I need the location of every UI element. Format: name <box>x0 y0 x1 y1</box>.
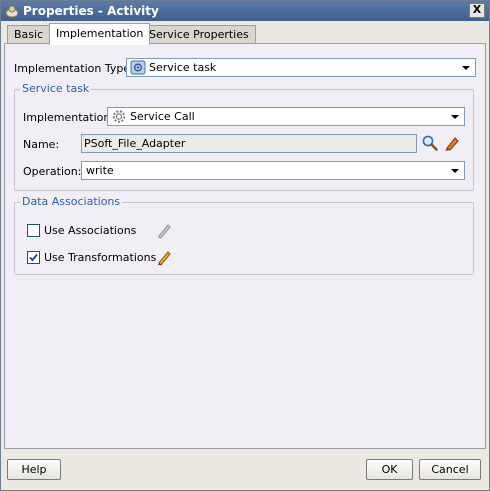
window-title: Properties - Activity <box>23 4 159 18</box>
chevron-down-icon <box>451 115 459 119</box>
tab-service-properties-label: Service Properties <box>149 28 249 41</box>
use-transformations-checkbox[interactable] <box>27 251 40 264</box>
implementation-type-dropdown[interactable]: Service task <box>126 58 476 77</box>
tab-implementation[interactable]: Implementation <box>49 23 151 45</box>
tab-basic-label: Basic <box>14 28 44 41</box>
operation-value: write <box>86 164 114 177</box>
use-associations-label: Use Associations <box>44 224 137 237</box>
help-button-label: Help <box>21 463 47 476</box>
operation-label: Operation: <box>23 165 82 178</box>
service-task-group-title: Service task <box>20 82 92 95</box>
tab-service-properties[interactable]: Service Properties <box>142 25 256 44</box>
gear-icon <box>112 110 126 123</box>
ok-button[interactable]: OK <box>366 459 413 480</box>
app-icon <box>5 5 19 18</box>
close-button[interactable]: X <box>469 3 485 18</box>
tab-implementation-label: Implementation <box>56 27 144 40</box>
chevron-down-icon <box>451 169 459 173</box>
use-associations-checkbox[interactable] <box>27 224 40 237</box>
implementation-label: Implementation: <box>23 111 115 124</box>
implementation-panel: Implementation Type: Service task Servic… <box>4 43 486 449</box>
operation-dropdown[interactable]: write <box>81 161 465 180</box>
edit-brush-icon[interactable] <box>443 134 461 152</box>
pencil-icon[interactable] <box>155 221 173 239</box>
data-associations-group: Data Associations Use Associations Use T… <box>14 195 474 275</box>
use-transformations-label: Use Transformations <box>44 251 157 264</box>
tab-basic[interactable]: Basic <box>7 25 51 44</box>
chevron-down-icon <box>462 66 470 70</box>
cancel-button[interactable]: Cancel <box>419 459 481 480</box>
close-icon: X <box>472 3 482 16</box>
implementation-value: Service Call <box>130 110 195 123</box>
implementation-dropdown[interactable]: Service Call <box>107 107 465 126</box>
help-button[interactable]: Help <box>7 459 61 480</box>
pencil-icon[interactable] <box>155 248 173 266</box>
name-value: PSoft_File_Adapter <box>84 137 186 150</box>
data-associations-group-title: Data Associations <box>20 195 123 208</box>
checkmark-icon <box>29 253 38 262</box>
cancel-button-label: Cancel <box>431 463 469 476</box>
service-task-icon <box>130 60 146 75</box>
name-field[interactable]: PSoft_File_Adapter <box>81 134 417 153</box>
name-label: Name: <box>23 138 60 151</box>
implementation-type-label: Implementation Type: <box>14 62 134 75</box>
properties-dialog: Properties - Activity X Basic Implementa… <box>0 0 490 491</box>
service-task-group: Service task Implementation: Service Cal… <box>14 82 474 191</box>
search-icon[interactable] <box>421 134 439 152</box>
implementation-type-value: Service task <box>149 61 217 74</box>
ok-button-label: OK <box>381 463 398 476</box>
title-bar: Properties - Activity X <box>1 1 489 21</box>
